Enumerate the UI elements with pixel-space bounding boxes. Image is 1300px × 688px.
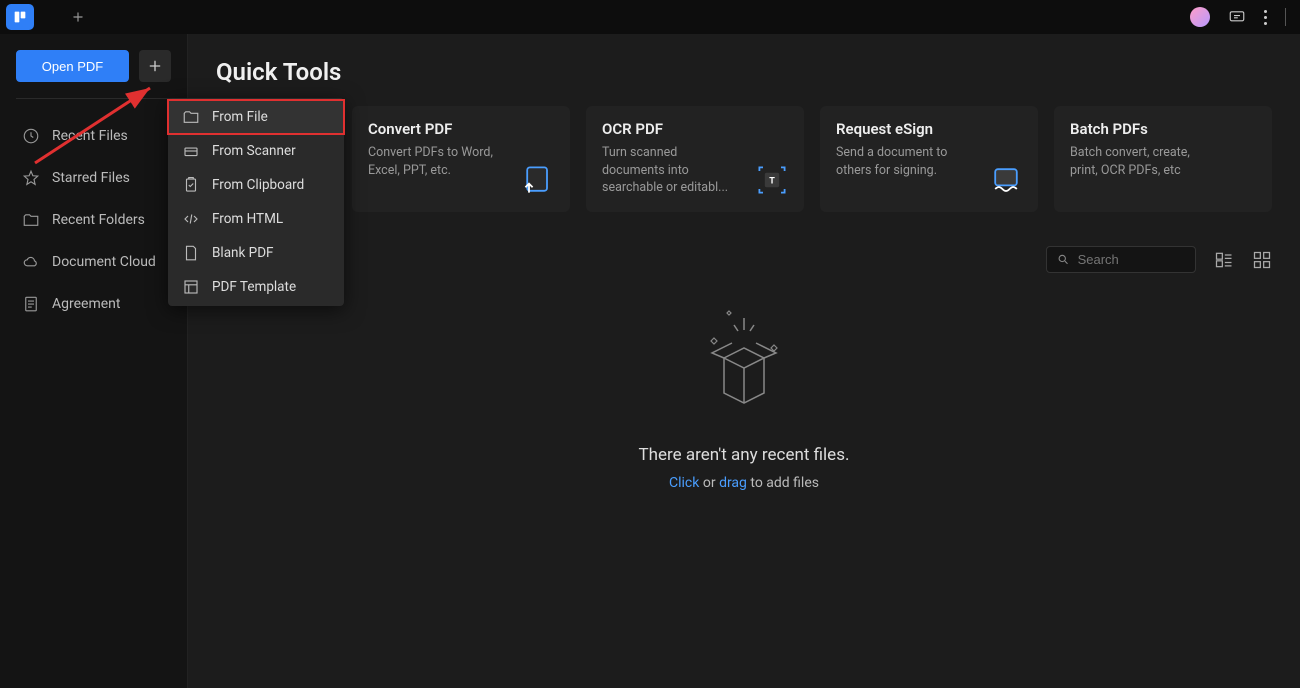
empty-subtitle: Click or drag to add files — [216, 475, 1272, 491]
scanner-icon — [182, 142, 200, 160]
logo-icon — [12, 9, 28, 25]
dropdown-item-from-clipboard[interactable]: From Clipboard — [168, 168, 344, 202]
create-pdf-button[interactable] — [139, 50, 171, 82]
card-title: Request eSign — [836, 120, 1022, 138]
card-title: Batch PDFs — [1070, 120, 1256, 138]
dropdown-label: From File — [212, 109, 268, 125]
dropdown-label: PDF Template — [212, 279, 296, 295]
new-tab-button[interactable] — [58, 2, 98, 32]
quick-tools-cards: mages Convert PDF Convert PDFs to Word, … — [216, 106, 1272, 212]
content-area: Quick Tools mages Convert PDF Convert PD… — [188, 34, 1300, 688]
card-desc: Batch convert, create, print, OCR PDFs, … — [1070, 144, 1210, 179]
chat-icon[interactable] — [1228, 8, 1246, 26]
grid-view-button[interactable] — [1252, 250, 1272, 270]
esign-icon — [988, 162, 1024, 198]
document-icon — [22, 295, 40, 313]
sidebar-item-label: Agreement — [52, 296, 120, 312]
sidebar: Open PDF Recent Files Starred Files Rece… — [0, 34, 188, 688]
file-icon — [182, 244, 200, 262]
star-icon — [22, 169, 40, 187]
dropdown-label: From Scanner — [212, 143, 296, 159]
template-icon — [182, 278, 200, 296]
svg-text:T: T — [769, 177, 775, 187]
card-batch-pdfs[interactable]: Batch PDFs Batch convert, create, print,… — [1054, 106, 1272, 212]
folder-icon — [182, 108, 200, 126]
create-pdf-dropdown: From File From Scanner From Clipboard Fr… — [168, 98, 344, 306]
clipboard-icon — [182, 176, 200, 194]
app-logo[interactable] — [6, 4, 34, 30]
dropdown-item-from-scanner[interactable]: From Scanner — [168, 134, 344, 168]
code-icon — [182, 210, 200, 228]
sidebar-item-label: Starred Files — [52, 170, 130, 186]
open-pdf-button[interactable]: Open PDF — [16, 50, 129, 82]
plus-icon — [147, 58, 163, 74]
titlebar — [0, 0, 1300, 34]
ocr-icon: T — [754, 162, 790, 198]
card-desc: Convert PDFs to Word, Excel, PPT, etc. — [368, 144, 508, 179]
card-desc: Send a document to others for signing. — [836, 144, 976, 179]
plus-icon — [71, 10, 85, 24]
search-icon — [1057, 252, 1070, 267]
empty-state: There aren't any recent files. Click or … — [216, 303, 1272, 491]
dropdown-label: Blank PDF — [212, 245, 274, 261]
quick-tools-title: Quick Tools — [216, 58, 1272, 86]
sidebar-item-label: Recent Folders — [52, 212, 145, 228]
card-convert-pdf[interactable]: Convert PDF Convert PDFs to Word, Excel,… — [352, 106, 570, 212]
sidebar-item-recent-files[interactable]: Recent Files — [16, 115, 171, 157]
search-input[interactable] — [1078, 252, 1185, 267]
sidebar-item-document-cloud[interactable]: Document Cloud — [16, 241, 171, 283]
dropdown-item-pdf-template[interactable]: PDF Template — [168, 270, 344, 304]
click-link[interactable]: Click — [669, 475, 699, 491]
more-menu-button[interactable] — [1264, 8, 1267, 26]
cloud-icon — [22, 253, 40, 271]
sidebar-item-starred-files[interactable]: Starred Files — [16, 157, 171, 199]
user-avatar[interactable] — [1190, 7, 1210, 27]
dropdown-label: From Clipboard — [212, 177, 304, 193]
card-desc: Turn scanned documents into searchable o… — [602, 144, 742, 197]
sidebar-item-agreement[interactable]: Agreement — [16, 283, 171, 325]
convert-icon — [520, 162, 556, 198]
dropdown-item-blank-pdf[interactable]: Blank PDF — [168, 236, 344, 270]
empty-title: There aren't any recent files. — [216, 445, 1272, 465]
divider — [1285, 8, 1286, 26]
clock-icon — [22, 127, 40, 145]
divider — [16, 98, 171, 99]
sidebar-item-label: Recent Files — [52, 128, 128, 144]
sidebar-item-recent-folders[interactable]: Recent Folders — [16, 199, 171, 241]
dropdown-label: From HTML — [212, 211, 283, 227]
card-request-esign[interactable]: Request eSign Send a document to others … — [820, 106, 1038, 212]
card-title: Convert PDF — [368, 120, 554, 138]
dropdown-item-from-file[interactable]: From File — [168, 100, 344, 134]
dropdown-item-from-html[interactable]: From HTML — [168, 202, 344, 236]
sidebar-item-label: Document Cloud — [52, 254, 156, 270]
drag-link[interactable]: drag — [719, 475, 747, 491]
list-view-button[interactable] — [1214, 250, 1234, 270]
card-ocr-pdf[interactable]: OCR PDF Turn scanned documents into sear… — [586, 106, 804, 212]
search-box[interactable] — [1046, 246, 1196, 273]
empty-box-icon — [674, 303, 814, 423]
folder-icon — [22, 211, 40, 229]
card-title: OCR PDF — [602, 120, 788, 138]
